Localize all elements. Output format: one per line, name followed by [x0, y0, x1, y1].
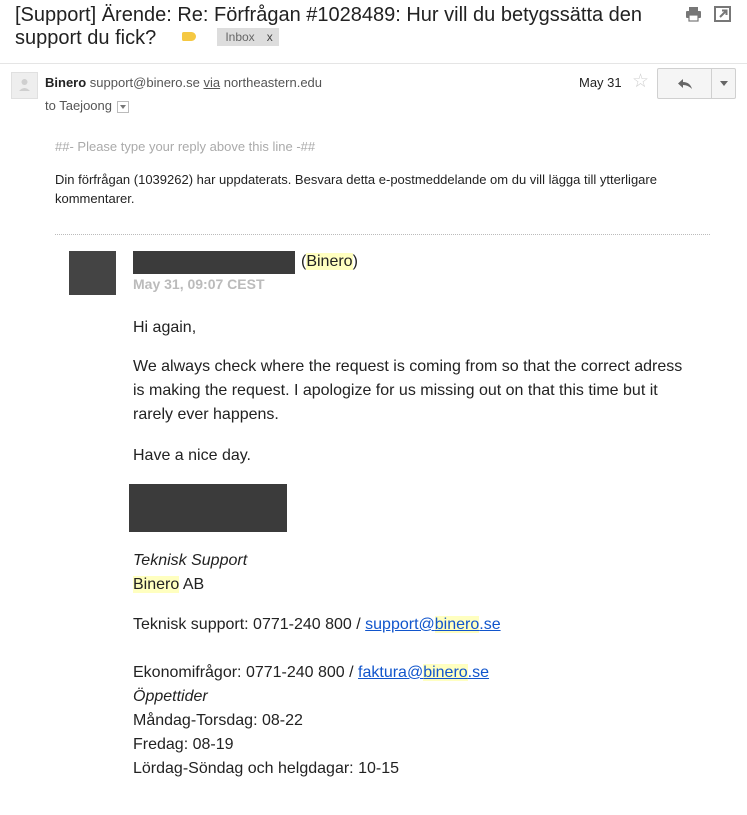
hours-friday: Fredag: 08-19	[133, 736, 234, 753]
author-avatar	[69, 251, 116, 295]
via-domain: northeastern.edu	[223, 75, 323, 90]
hours-weekend: Lördag-Söndag och helgdagar: 10-15	[133, 760, 399, 777]
signature-company: Binero AB	[133, 573, 204, 597]
hours-weekdays: Måndag-Torsdag: 08-22	[133, 712, 303, 729]
subject-text: [Support] Ärende: Re: Förfrågan #1028489…	[15, 4, 643, 49]
message-paragraph: We always check where the request is com…	[133, 358, 683, 423]
company-highlight: Binero	[306, 253, 353, 270]
sender-name[interactable]: Binero	[45, 75, 86, 90]
signature-role: Teknisk Support	[133, 549, 247, 573]
open-in-new-window-icon[interactable]	[714, 6, 731, 22]
economy-email-link[interactable]: faktura@binero.se	[358, 664, 489, 681]
signature-role-text: Teknisk Support	[133, 552, 248, 569]
reply-arrow-icon	[677, 78, 692, 89]
update-notice: Din förfrågan (1039262) har uppdaterats.…	[55, 172, 657, 206]
sender-line: Binero support@binero.se via northeaster…	[45, 75, 322, 90]
email-subject: [Support] Ärende: Re: Förfrågan #1028489…	[15, 4, 675, 50]
economy-email-suffix: .se	[467, 664, 490, 681]
reply-hint-line: ##- Please type your reply above this li…	[55, 139, 316, 154]
author-company: (Binero)	[301, 253, 358, 270]
inbox-label-text: Inbox	[225, 29, 255, 44]
print-icon[interactable]	[685, 6, 702, 22]
via-link[interactable]: via	[203, 75, 220, 90]
redacted-author-name	[133, 251, 295, 274]
reply-button-group	[657, 68, 736, 99]
support-email-highlight: binero	[434, 616, 480, 633]
message-date: May 31	[579, 75, 622, 90]
reply-timestamp: May 31, 09:07 CEST	[133, 276, 265, 292]
redacted-signature-image	[129, 484, 287, 532]
economy-contact: Ekonomifrågor: 0771-240 800 / faktura@bi…	[133, 661, 489, 685]
recipient-text: to Taejoong	[45, 98, 112, 113]
show-details-dropdown-icon[interactable]	[117, 100, 129, 113]
economy-email-highlight: binero	[423, 664, 468, 681]
support-email-link[interactable]: support@binero.se	[365, 616, 501, 633]
signature-company-name: Binero	[133, 576, 180, 593]
message-separator	[55, 234, 710, 235]
support-label: Teknisk support: 0771-240 800 /	[133, 616, 366, 633]
more-options-button[interactable]	[712, 69, 735, 98]
top-actions	[685, 6, 731, 22]
star-icon[interactable]: ☆	[632, 72, 649, 92]
header-divider	[0, 63, 747, 64]
label-tag-icon[interactable]	[181, 32, 196, 42]
opening-hours-title-text: Öppettider	[133, 688, 208, 705]
remove-label-button[interactable]: x	[267, 30, 273, 44]
economy-label: Ekonomifrågor: 0771-240 800 /	[133, 664, 359, 681]
signature-company-suffix: AB	[182, 576, 205, 593]
economy-email-part: faktura@	[358, 664, 424, 681]
chevron-down-icon	[719, 81, 728, 86]
opening-hours-title: Öppettider	[133, 685, 208, 709]
support-email-suffix: .se	[479, 616, 501, 633]
inbox-label-chip[interactable]: Inbox x	[217, 27, 279, 46]
person-icon	[19, 79, 30, 91]
support-email-part: support@	[365, 616, 435, 633]
sender-email: support@binero.se	[89, 75, 200, 90]
support-contact: Teknisk support: 0771-240 800 / support@…	[133, 613, 501, 637]
sender-avatar[interactable]	[11, 72, 38, 99]
recipient-line: to Taejoong	[45, 98, 129, 113]
reply-button[interactable]	[658, 69, 712, 98]
closing-line: Have a nice day.	[133, 447, 251, 464]
greeting: Hi again,	[133, 319, 197, 336]
